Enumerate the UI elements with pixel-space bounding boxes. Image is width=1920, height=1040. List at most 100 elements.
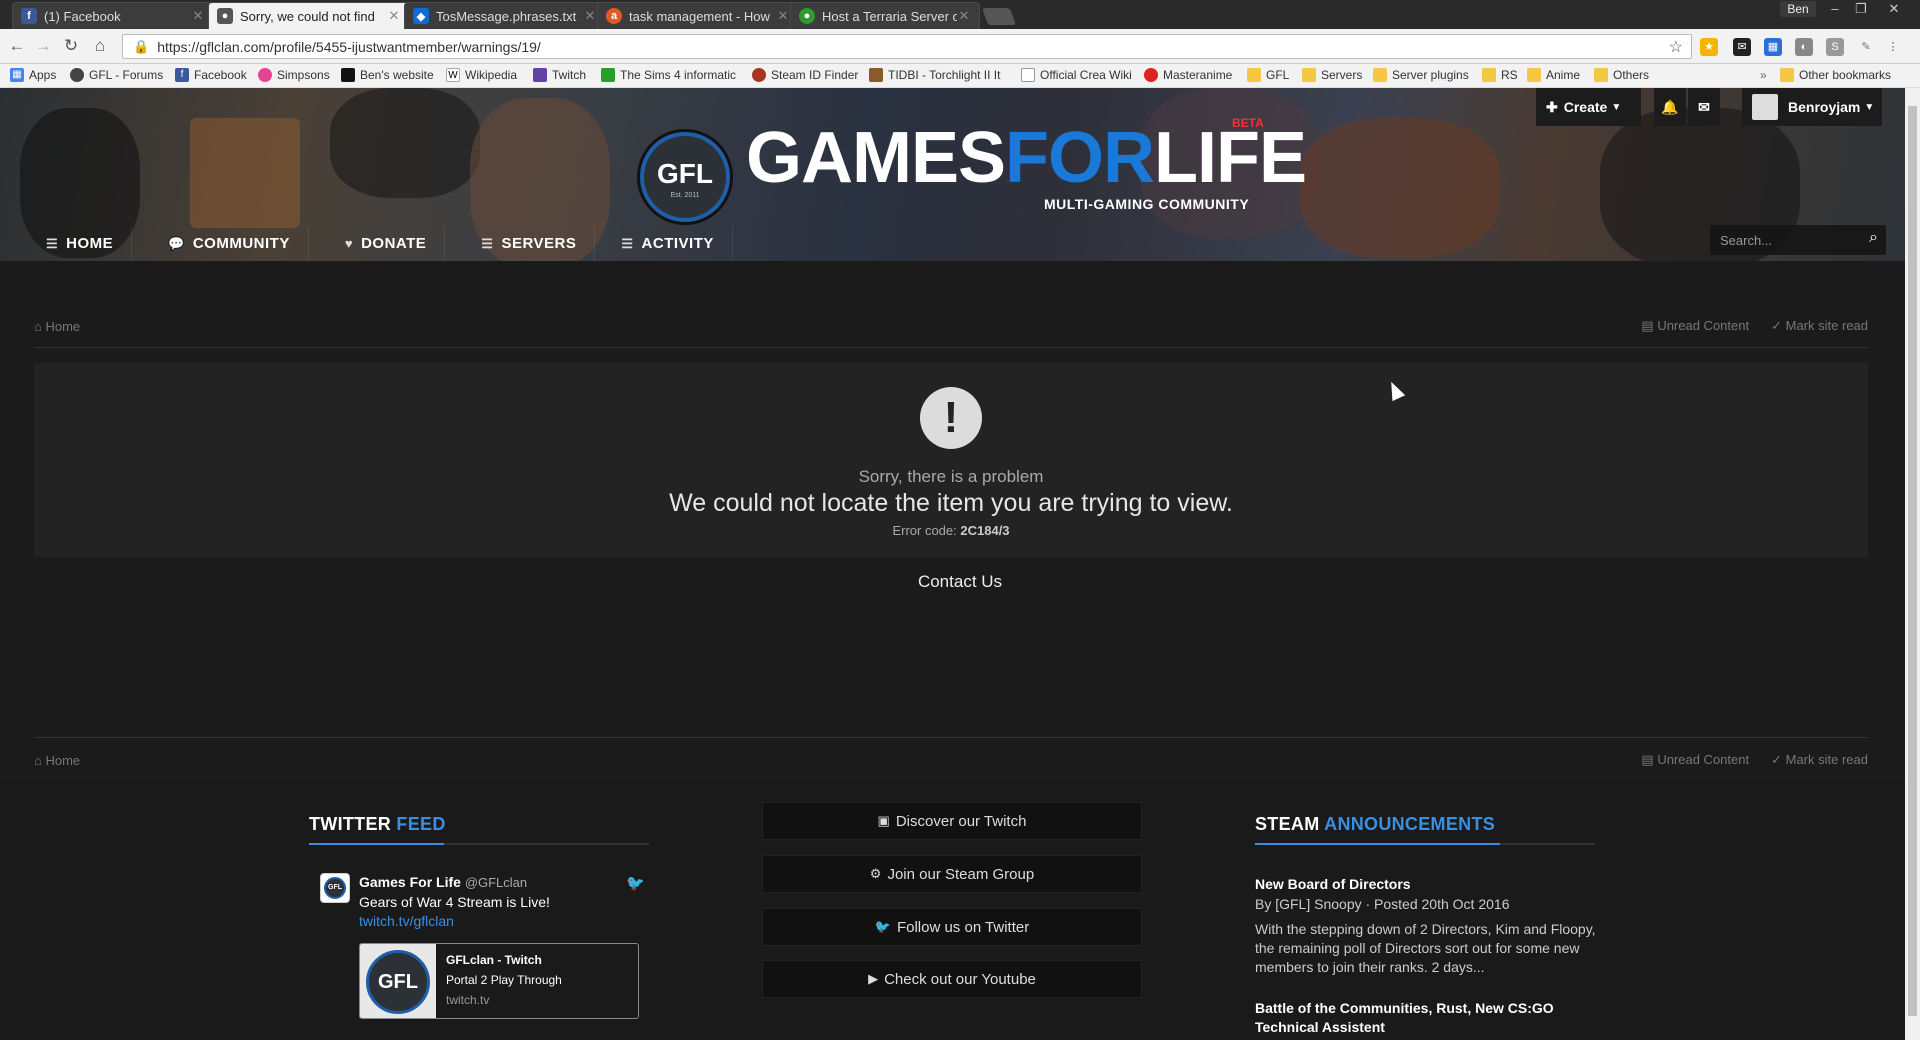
bookmark-bens-website[interactable]: Ben's website [341, 68, 434, 82]
bookmark-folder-server-plugins[interactable]: Server plugins [1373, 68, 1469, 82]
site-logo[interactable]: GFL Est. 2011 GAMESFORLIFE BETA MULTI-GA… [640, 116, 1307, 222]
discover-twitch-button[interactable]: ▣ Discover our Twitch [762, 802, 1142, 840]
join-steam-group-button[interactable]: ⚙ Join our Steam Group [762, 855, 1142, 893]
wikipedia-icon: W [446, 68, 460, 82]
bookmark-twitch[interactable]: Twitch [533, 68, 586, 82]
mark-site-read-link[interactable]: ✓ Mark site read [1771, 752, 1868, 768]
tab-close-icon[interactable]: ✕ [387, 8, 401, 24]
profile-button[interactable]: Ben [1780, 1, 1816, 17]
divider [34, 347, 1868, 348]
tweet-card[interactable]: GFL GFLclan - Twitch Portal 2 Play Throu… [359, 943, 639, 1019]
apps-icon: ▦ [10, 68, 24, 82]
bookmark-simpsons[interactable]: Simpsons [258, 68, 330, 82]
contact-us-link[interactable]: Contact Us [0, 572, 1920, 592]
header-art-gun [330, 88, 480, 198]
tab-askubuntu[interactable]: a task management - How ✕ [597, 2, 799, 29]
avatar[interactable]: GFL [320, 873, 350, 903]
steam-announcements-title: STEAM ANNOUNCEMENTS [1255, 814, 1496, 834]
new-tab-button[interactable] [981, 8, 1017, 25]
tweet-link[interactable]: twitch.tv/gflclan [359, 913, 454, 929]
home-icon[interactable]: ⌂ [89, 35, 111, 57]
steam-icon: ⚙ [869, 866, 882, 881]
tab-close-icon[interactable]: ✕ [191, 8, 205, 24]
nav-servers[interactable]: ☰ SERVERS [445, 226, 596, 261]
unread-content-link[interactable]: ▤ Unread Content [1641, 752, 1749, 768]
facebook-icon: f [175, 68, 189, 82]
extension-star-icon[interactable]: ★ [1700, 38, 1718, 56]
messages-envelope-icon[interactable]: ✉ [1688, 88, 1720, 126]
menu-icon[interactable]: ⋮ [1884, 38, 1902, 56]
bookmark-sims[interactable]: The Sims 4 informatic [601, 68, 736, 82]
nav-community[interactable]: 💬 COMMUNITY [132, 226, 309, 261]
minimize-icon[interactable]: – [1822, 0, 1848, 18]
home-icon: ⌂ [34, 752, 42, 768]
tab-title: (1) Facebook [44, 8, 121, 24]
twitter-feed-title: TWITTER FEED [309, 814, 446, 834]
close-window-icon[interactable]: ✕ [1876, 0, 1912, 18]
plus-icon: ✚ [1546, 98, 1558, 115]
bookmark-wikipedia[interactable]: W Wikipedia [446, 68, 517, 82]
folder-icon [1780, 68, 1794, 82]
steam-icon [752, 68, 766, 82]
tab-close-icon[interactable]: ✕ [776, 8, 790, 24]
unread-content-link[interactable]: ▤ Unread Content [1641, 318, 1749, 334]
scrollbar-thumb[interactable] [1908, 106, 1917, 1016]
nav-activity[interactable]: ☰ ACTIVITY [595, 226, 733, 261]
nav-donate[interactable]: ♥ DONATE [309, 226, 446, 261]
lock-icon: 🔒 [133, 38, 150, 54]
create-button[interactable]: ✚ Create ▼ [1536, 88, 1641, 126]
announcement-title[interactable]: Battle of the Communities, Rust, New CS:… [1255, 999, 1600, 1037]
bookmark-folder-servers[interactable]: Servers [1302, 68, 1362, 82]
bookmark-other-bookmarks[interactable]: Other bookmarks [1780, 68, 1891, 82]
follow-twitter-button[interactable]: 🐦 Follow us on Twitter [762, 908, 1142, 946]
bookmark-gfl-forums[interactable]: GFL - Forums [70, 68, 163, 82]
back-icon[interactable]: ← [6, 35, 28, 57]
announcement-title[interactable]: New Board of Directors [1255, 876, 1411, 892]
exclamation-icon: ! [920, 387, 982, 449]
extension-calendar-icon[interactable]: ▦ [1764, 38, 1782, 56]
restore-icon[interactable]: ❐ [1848, 0, 1874, 18]
extension-s-icon[interactable]: S [1826, 38, 1844, 56]
page-scrollbar[interactable] [1905, 88, 1920, 1040]
tab-close-icon[interactable]: ✕ [957, 8, 971, 24]
bookmark-facebook[interactable]: f Facebook [175, 68, 247, 82]
mark-site-read-link[interactable]: ✓ Mark site read [1771, 318, 1868, 334]
list-icon: ☰ [621, 235, 634, 251]
bookmark-folder-anime[interactable]: Anime [1527, 68, 1580, 82]
tab-title: TosMessage.phrases.txt [436, 8, 577, 24]
bookmark-crea-wiki[interactable]: Official Crea Wiki [1021, 68, 1132, 82]
twitter-bird-icon[interactable]: 🐦 [626, 874, 645, 892]
header-art-minecraft [190, 118, 300, 228]
reload-icon[interactable]: ↻ [60, 35, 82, 57]
twitter-icon: 🐦 [874, 919, 891, 934]
bookmark-apps[interactable]: ▦ Apps [10, 68, 56, 82]
chat-icon: 💬 [168, 235, 185, 251]
bookmark-masteranime[interactable]: Masteranime [1144, 68, 1232, 82]
nav-home[interactable]: ☰ HOME [28, 226, 133, 261]
bookmark-folder-others[interactable]: Others [1594, 68, 1649, 82]
extension-shield-icon[interactable]: ◐ [1795, 38, 1813, 56]
user-menu[interactable]: Benroyjam ▼ [1742, 88, 1882, 126]
bookmark-folder-gfl[interactable]: GFL [1247, 68, 1289, 82]
tab-facebook[interactable]: f (1) Facebook ✕ [12, 2, 214, 29]
extension-pen-icon[interactable]: ✎ [1857, 38, 1875, 56]
tab-dropbox[interactable]: ◆ TosMessage.phrases.txt ✕ [404, 2, 606, 29]
breadcrumb-home[interactable]: ⌂ Home [34, 319, 80, 334]
bookmarks-overflow-icon[interactable]: » [1760, 68, 1767, 82]
address-bar[interactable]: 🔒 https://gflclan.com/profile/5455-ijust… [122, 34, 1692, 59]
search-icon[interactable]: ⌕ [1869, 229, 1878, 247]
youtube-button[interactable]: ▶ Check out our Youtube [762, 960, 1142, 998]
tab-close-icon[interactable]: ✕ [583, 8, 597, 24]
bookmark-steam-id-finder[interactable]: Steam ID Finder [752, 68, 858, 82]
error-panel: ! Sorry, there is a problem We could not… [34, 363, 1868, 557]
bookmark-tidbi[interactable]: TIDBI - Torchlight II It [869, 68, 1000, 82]
bookmark-star-icon[interactable]: ☆ [1669, 37, 1683, 57]
bookmark-folder-rs[interactable]: RS [1482, 68, 1518, 82]
notifications-bell-icon[interactable]: 🔔 [1654, 88, 1686, 126]
breadcrumb-home[interactable]: ⌂ Home [34, 753, 80, 768]
tab-gfl-error[interactable]: ● Sorry, we could not find ✕ [208, 2, 410, 29]
search-input[interactable]: Search... ⌕ [1710, 225, 1886, 255]
tab-terraria[interactable]: ● Host a Terraria Server on ✕ [790, 2, 980, 29]
forward-icon[interactable]: → [32, 35, 54, 57]
extension-mail-icon[interactable]: ✉ [1733, 38, 1751, 56]
